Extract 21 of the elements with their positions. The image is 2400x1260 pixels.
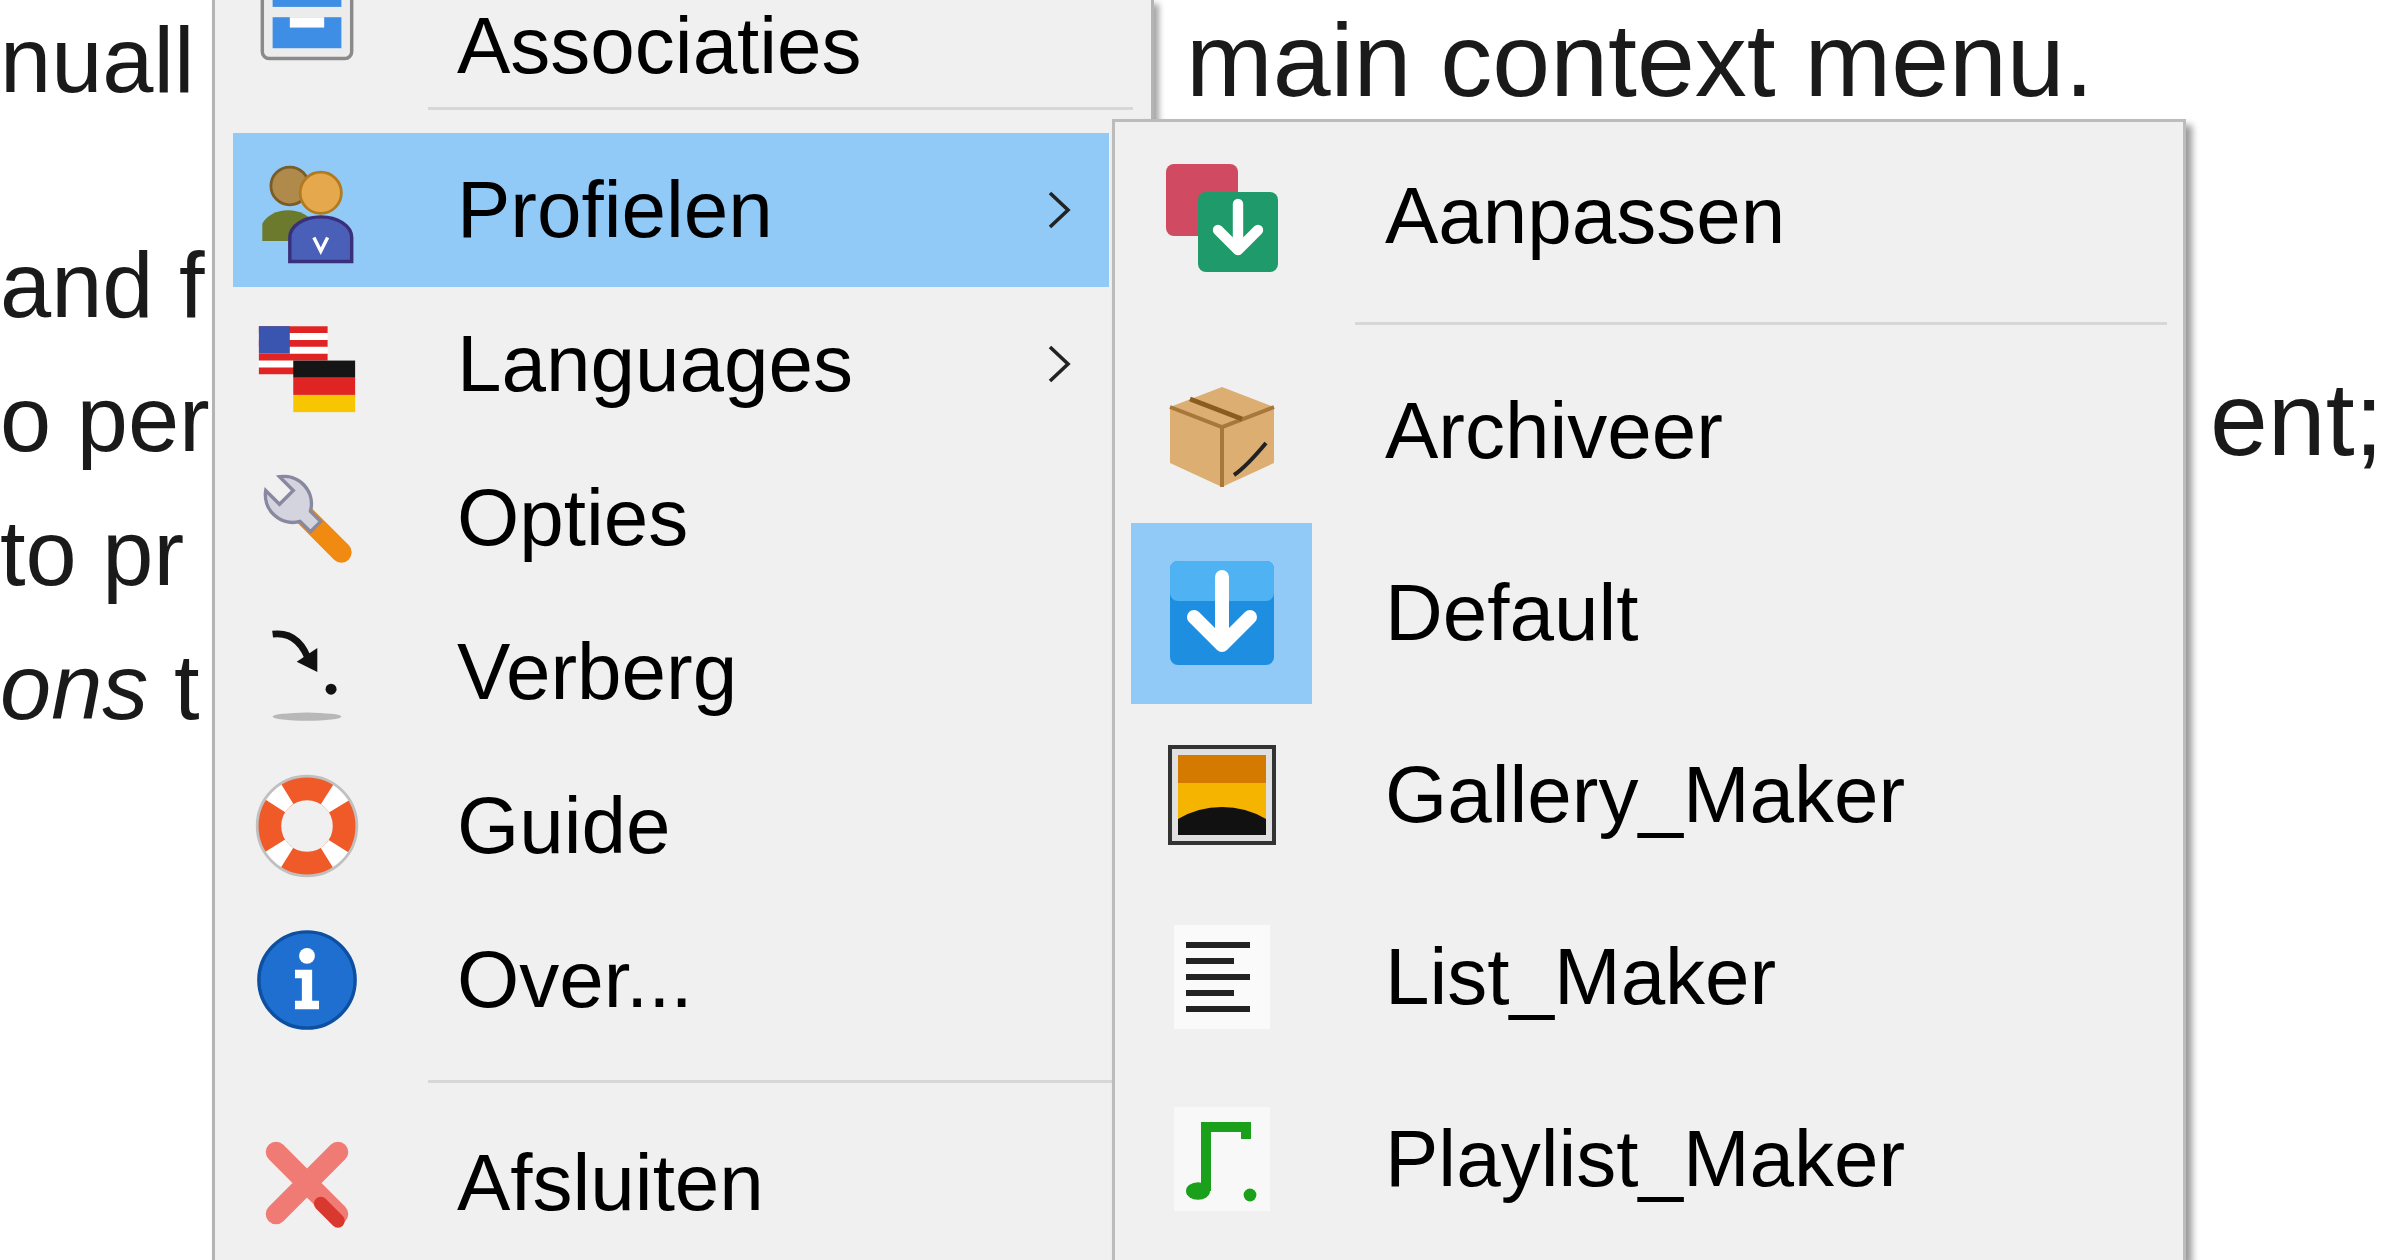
menu-item[interactable]: Profielen: [233, 133, 1109, 287]
menu-item[interactable]: Opties: [233, 441, 1109, 595]
submenu-item[interactable]: Gallery_Maker: [1131, 704, 2167, 886]
submenu-item[interactable]: Aanpassen: [1131, 125, 2167, 307]
body-text: and f: [0, 233, 205, 338]
body-text: main context menu.: [1186, 1, 2094, 120]
body-text: ent;: [2210, 360, 2384, 479]
menu-item[interactable]: Over...: [233, 903, 1109, 1057]
menu-item[interactable]: Guide: [233, 749, 1109, 903]
menu-item[interactable]: Languages: [233, 287, 1109, 441]
submenu-item[interactable]: List_Maker: [1131, 886, 2167, 1068]
menu-item[interactable]: Verberg: [233, 595, 1109, 749]
body-text: to pr: [0, 501, 185, 606]
submenu-item[interactable]: Default: [1131, 522, 2167, 704]
submenu-item[interactable]: Playlist_Maker: [1131, 1068, 2167, 1250]
body-text: ons t: [0, 635, 200, 740]
body-text: o per: [0, 367, 210, 472]
submenu-item[interactable]: Archiveer: [1131, 340, 2167, 522]
menu-item[interactable]: Associaties: [233, 0, 1109, 84]
menu-item[interactable]: Afsluiten: [233, 1106, 1109, 1260]
body-text: nuall: [0, 8, 195, 113]
